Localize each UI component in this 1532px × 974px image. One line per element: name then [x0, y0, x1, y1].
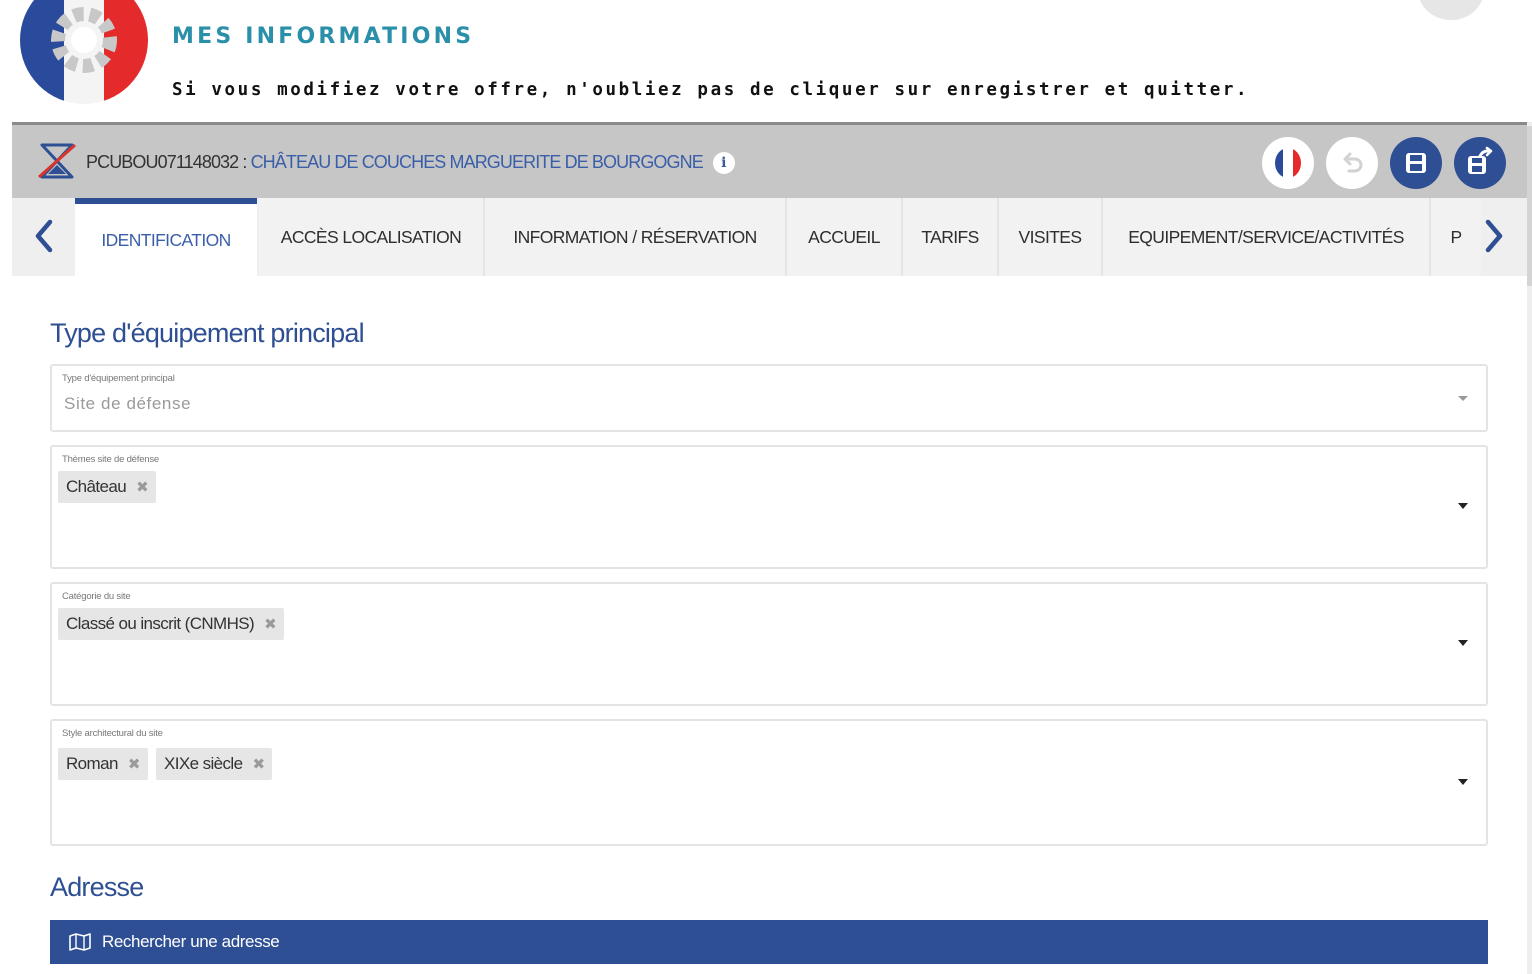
tab-accueil[interactable]: ACCUEIL — [787, 198, 901, 276]
tag-label: Château — [66, 477, 127, 496]
chevron-right-icon[interactable] — [1480, 218, 1508, 254]
save-and-quit-icon — [1468, 146, 1493, 174]
tag-label: XIXe siècle — [164, 754, 243, 773]
field-label: Type d'équipement principal — [62, 373, 175, 384]
tag-label: Classé ou inscrit (CNMHS) — [66, 614, 255, 633]
themes-multiselect[interactable]: Thèmes site de défense Château ✖ — [50, 445, 1488, 569]
remove-tag-icon[interactable]: ✖ — [128, 755, 141, 773]
record-title: PCUBOU071148032 : CHÂTEAU DE COUCHES MAR… — [86, 152, 735, 174]
tab-tarifs[interactable]: TARIFS — [903, 198, 997, 276]
selected-tag: Château ✖ — [58, 471, 157, 503]
record-name: CHÂTEAU DE COUCHES MARGUERITE DE BOURGOG… — [250, 152, 704, 172]
save-button[interactable] — [1390, 137, 1442, 189]
tag-label: Roman — [66, 754, 118, 773]
field-label: Catégorie du site — [62, 591, 131, 602]
chevron-left-icon[interactable] — [30, 218, 58, 254]
search-address-button[interactable]: Rechercher une adresse — [50, 920, 1488, 964]
remove-tag-icon[interactable]: ✖ — [264, 615, 277, 633]
tab-identification[interactable]: IDENTIFICATION — [75, 198, 257, 276]
save-icon — [1406, 153, 1426, 173]
architectural-style-multiselect[interactable]: Style architectural du site Roman ✖ XIXe… — [50, 719, 1488, 846]
scrollbar-thumb[interactable] — [1527, 126, 1532, 286]
selected-tag: Roman ✖ — [58, 748, 148, 780]
record-bar: PCUBOU071148032 : CHÂTEAU DE COUCHES MAR… — [12, 122, 1528, 198]
record-code: PCUBOU071148032 : — [86, 152, 251, 172]
selected-tag: Classé ou inscrit (CNMHS) ✖ — [58, 608, 285, 640]
chevron-down-icon[interactable] — [1458, 640, 1468, 646]
chevron-down-icon[interactable] — [1458, 779, 1468, 785]
undo-button[interactable] — [1326, 137, 1378, 189]
undo-icon — [1343, 152, 1363, 173]
save-and-quit-button[interactable] — [1454, 137, 1506, 189]
field-value: Site de défense — [64, 394, 192, 413]
search-address-label: Rechercher une adresse — [102, 932, 280, 951]
language-button[interactable] — [1262, 137, 1314, 189]
hourglass-icon — [38, 143, 76, 179]
field-label: Style architectural du site — [62, 728, 163, 739]
selected-tag: XIXe siècle ✖ — [156, 748, 273, 780]
tab-information-reservation[interactable]: INFORMATION / RÉSERVATION — [485, 198, 785, 276]
equipment-type-select[interactable]: Type d'équipement principal Site de défe… — [50, 364, 1488, 432]
tab-visites[interactable]: VISITES — [999, 198, 1101, 276]
tab-next-partial[interactable]: P — [1431, 198, 1481, 276]
map-icon — [69, 933, 91, 951]
site-category-multiselect[interactable]: Catégorie du site Classé ou inscrit (CNM… — [50, 582, 1488, 706]
logo — [20, 0, 148, 104]
tabs-bar: IDENTIFICATION ACCÈS LOCALISATION INFORM… — [12, 198, 1528, 276]
remove-tag-icon[interactable]: ✖ — [136, 478, 149, 496]
french-flag-icon — [1275, 148, 1301, 178]
page-subtitle: Si vous modifiez votre offre, n'oubliez … — [172, 80, 1250, 100]
user-avatar[interactable] — [1418, 0, 1484, 20]
info-icon[interactable]: i — [712, 152, 735, 174]
chevron-down-icon[interactable] — [1458, 503, 1468, 509]
section-title-equipment: Type d'équipement principal — [50, 318, 365, 348]
remove-tag-icon[interactable]: ✖ — [252, 755, 265, 773]
section-title-address: Adresse — [50, 872, 144, 902]
tab-equipement-service-activites[interactable]: EQUIPEMENT/SERVICE/ACTIVITÉS — [1103, 198, 1429, 276]
tab-acces-localisation[interactable]: ACCÈS LOCALISATION — [259, 198, 483, 276]
page-title: MES INFORMATIONS — [172, 24, 475, 49]
chevron-down-icon[interactable] — [1458, 396, 1468, 401]
field-label: Thèmes site de défense — [62, 454, 159, 465]
